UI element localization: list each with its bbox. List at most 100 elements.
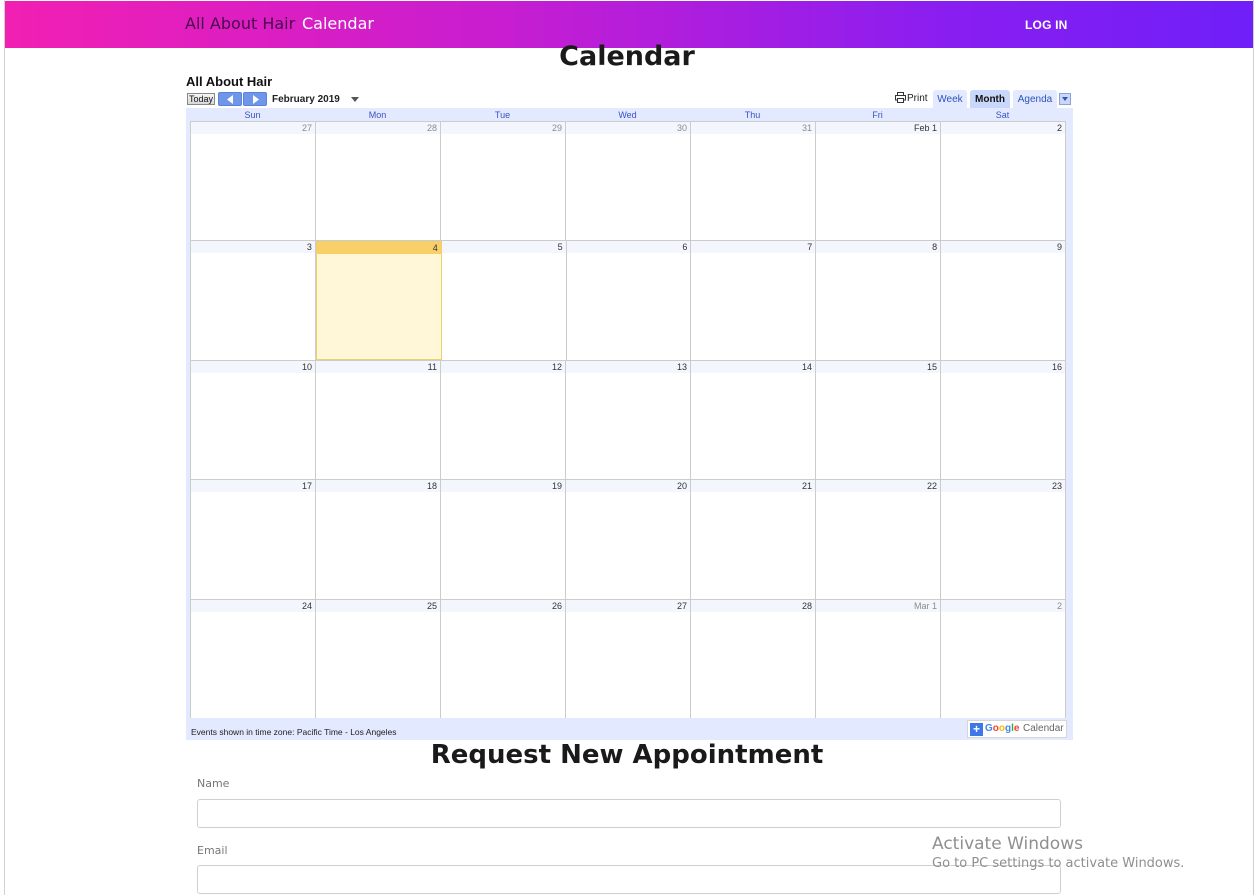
- day-cell[interactable]: 21: [691, 480, 816, 599]
- more-options-dropdown-icon[interactable]: [1059, 93, 1071, 105]
- month-picker-dropdown-icon[interactable]: [351, 97, 359, 102]
- day-number: 26: [441, 599, 565, 612]
- day-number: 22: [816, 480, 940, 493]
- day-cell[interactable]: Mar 1: [816, 599, 941, 718]
- day-number: 23: [941, 480, 1065, 493]
- timezone-note: Events shown in time zone: Pacific Time …: [191, 727, 397, 737]
- calendar-widget: Sun Mon Tue Wed Thu Fri Sat 27 28 29 30 …: [186, 108, 1073, 740]
- previous-month-button[interactable]: [218, 92, 242, 106]
- day-number: 21: [691, 480, 815, 493]
- day-cell[interactable]: 24: [191, 599, 316, 718]
- day-number: Mar 1: [816, 599, 940, 612]
- day-cell[interactable]: 9: [941, 241, 1067, 360]
- tab-agenda[interactable]: Agenda: [1013, 90, 1057, 109]
- day-number: 17: [191, 480, 315, 493]
- day-number: 7: [691, 241, 816, 254]
- day-cell-today[interactable]: 4: [315, 241, 442, 360]
- day-cell[interactable]: 13: [566, 360, 691, 480]
- request-appointment-heading: Request New Appointment: [430, 740, 824, 770]
- day-number: 31: [691, 122, 815, 134]
- current-month-label: February 2019: [272, 94, 340, 105]
- chevron-left-icon: [227, 95, 233, 104]
- print-label: Print: [907, 93, 928, 104]
- day-cell[interactable]: 23: [941, 480, 1066, 599]
- day-cell[interactable]: 30: [566, 122, 691, 241]
- printer-icon: [895, 92, 906, 103]
- day-number: 10: [191, 360, 315, 373]
- day-number: 11: [316, 360, 440, 373]
- email-label: Email: [197, 844, 228, 857]
- day-cell[interactable]: 10: [191, 360, 316, 480]
- google-wordmark: Google: [985, 723, 1020, 734]
- day-number: 28: [691, 599, 815, 612]
- day-number: 14: [691, 360, 815, 373]
- day-cell[interactable]: 27: [191, 122, 316, 241]
- day-cell[interactable]: 28: [316, 122, 441, 241]
- day-cell[interactable]: 7: [691, 241, 817, 360]
- day-number: 20: [566, 480, 690, 493]
- day-cell[interactable]: 12: [441, 360, 566, 480]
- day-cell[interactable]: 22: [816, 480, 941, 599]
- watermark-title: Activate Windows: [932, 834, 1083, 854]
- day-cell[interactable]: 27: [566, 599, 691, 718]
- day-cell[interactable]: 5: [441, 241, 567, 360]
- day-number: 12: [441, 360, 565, 373]
- plus-icon: +: [970, 723, 983, 736]
- day-cell[interactable]: 6: [566, 241, 692, 360]
- name-label: Name: [197, 777, 230, 790]
- day-number: 4: [316, 242, 441, 255]
- day-number: 3: [191, 241, 315, 254]
- day-number: 29: [441, 122, 565, 134]
- day-cell[interactable]: 15: [816, 360, 941, 480]
- day-number: 16: [941, 360, 1065, 373]
- day-cell[interactable]: 16: [941, 360, 1066, 480]
- day-cell[interactable]: 20: [566, 480, 691, 599]
- day-number: 8: [816, 241, 941, 254]
- login-link[interactable]: LOG IN: [1025, 18, 1068, 32]
- email-input[interactable]: [197, 865, 1061, 894]
- day-number: 2: [941, 122, 1065, 134]
- day-number: Feb 1: [816, 122, 940, 134]
- day-number: 27: [566, 599, 690, 612]
- page-title: Calendar: [559, 41, 695, 72]
- day-cell[interactable]: Feb 1: [816, 122, 941, 241]
- brand-link[interactable]: All About Hair: [185, 14, 295, 33]
- day-number: 9: [941, 241, 1066, 254]
- tab-week[interactable]: Week: [933, 90, 967, 109]
- day-cell[interactable]: 8: [816, 241, 942, 360]
- day-number: 25: [316, 599, 440, 612]
- day-cell[interactable]: 11: [316, 360, 441, 480]
- nav-calendar-link[interactable]: Calendar: [302, 14, 374, 33]
- day-number: 6: [566, 241, 691, 254]
- day-number: 28: [316, 122, 440, 134]
- day-cell[interactable]: 25: [316, 599, 441, 718]
- name-input[interactable]: [197, 799, 1061, 828]
- week-row: 17 18 19 20 21 22 23: [191, 479, 1066, 599]
- day-number: 15: [816, 360, 940, 373]
- day-number: 5: [441, 241, 566, 254]
- week-row: 24 25 26 27 28 Mar 1 2: [191, 598, 1066, 718]
- day-cell[interactable]: 2: [941, 122, 1066, 241]
- calendar-title: All About Hair: [186, 74, 273, 89]
- day-cell[interactable]: 29: [441, 122, 566, 241]
- print-button[interactable]: Print: [895, 92, 928, 104]
- day-cell[interactable]: 31: [691, 122, 816, 241]
- today-button[interactable]: Today: [187, 93, 215, 105]
- chevron-right-icon: [253, 95, 259, 104]
- day-cell[interactable]: 19: [441, 480, 566, 599]
- month-grid: 27 28 29 30 31 Feb 1 2 3 4 5 6 7 8 9 10 …: [190, 121, 1067, 718]
- week-row: 3 4 5 6 7 8 9: [191, 240, 1067, 360]
- day-cell[interactable]: 26: [441, 599, 566, 718]
- next-month-button[interactable]: [243, 92, 267, 106]
- google-calendar-badge[interactable]: + Google Calendar: [967, 720, 1067, 738]
- tab-month[interactable]: Month: [970, 90, 1010, 109]
- week-row: 27 28 29 30 31 Feb 1 2: [191, 121, 1066, 241]
- day-cell[interactable]: 14: [691, 360, 816, 480]
- day-number: 18: [316, 480, 440, 493]
- day-cell[interactable]: 28: [691, 599, 816, 718]
- day-cell[interactable]: 2: [941, 599, 1066, 718]
- calendar-word: Calendar: [1023, 723, 1064, 734]
- day-cell[interactable]: 3: [191, 241, 316, 360]
- day-cell[interactable]: 18: [316, 480, 441, 599]
- day-cell[interactable]: 17: [191, 480, 316, 599]
